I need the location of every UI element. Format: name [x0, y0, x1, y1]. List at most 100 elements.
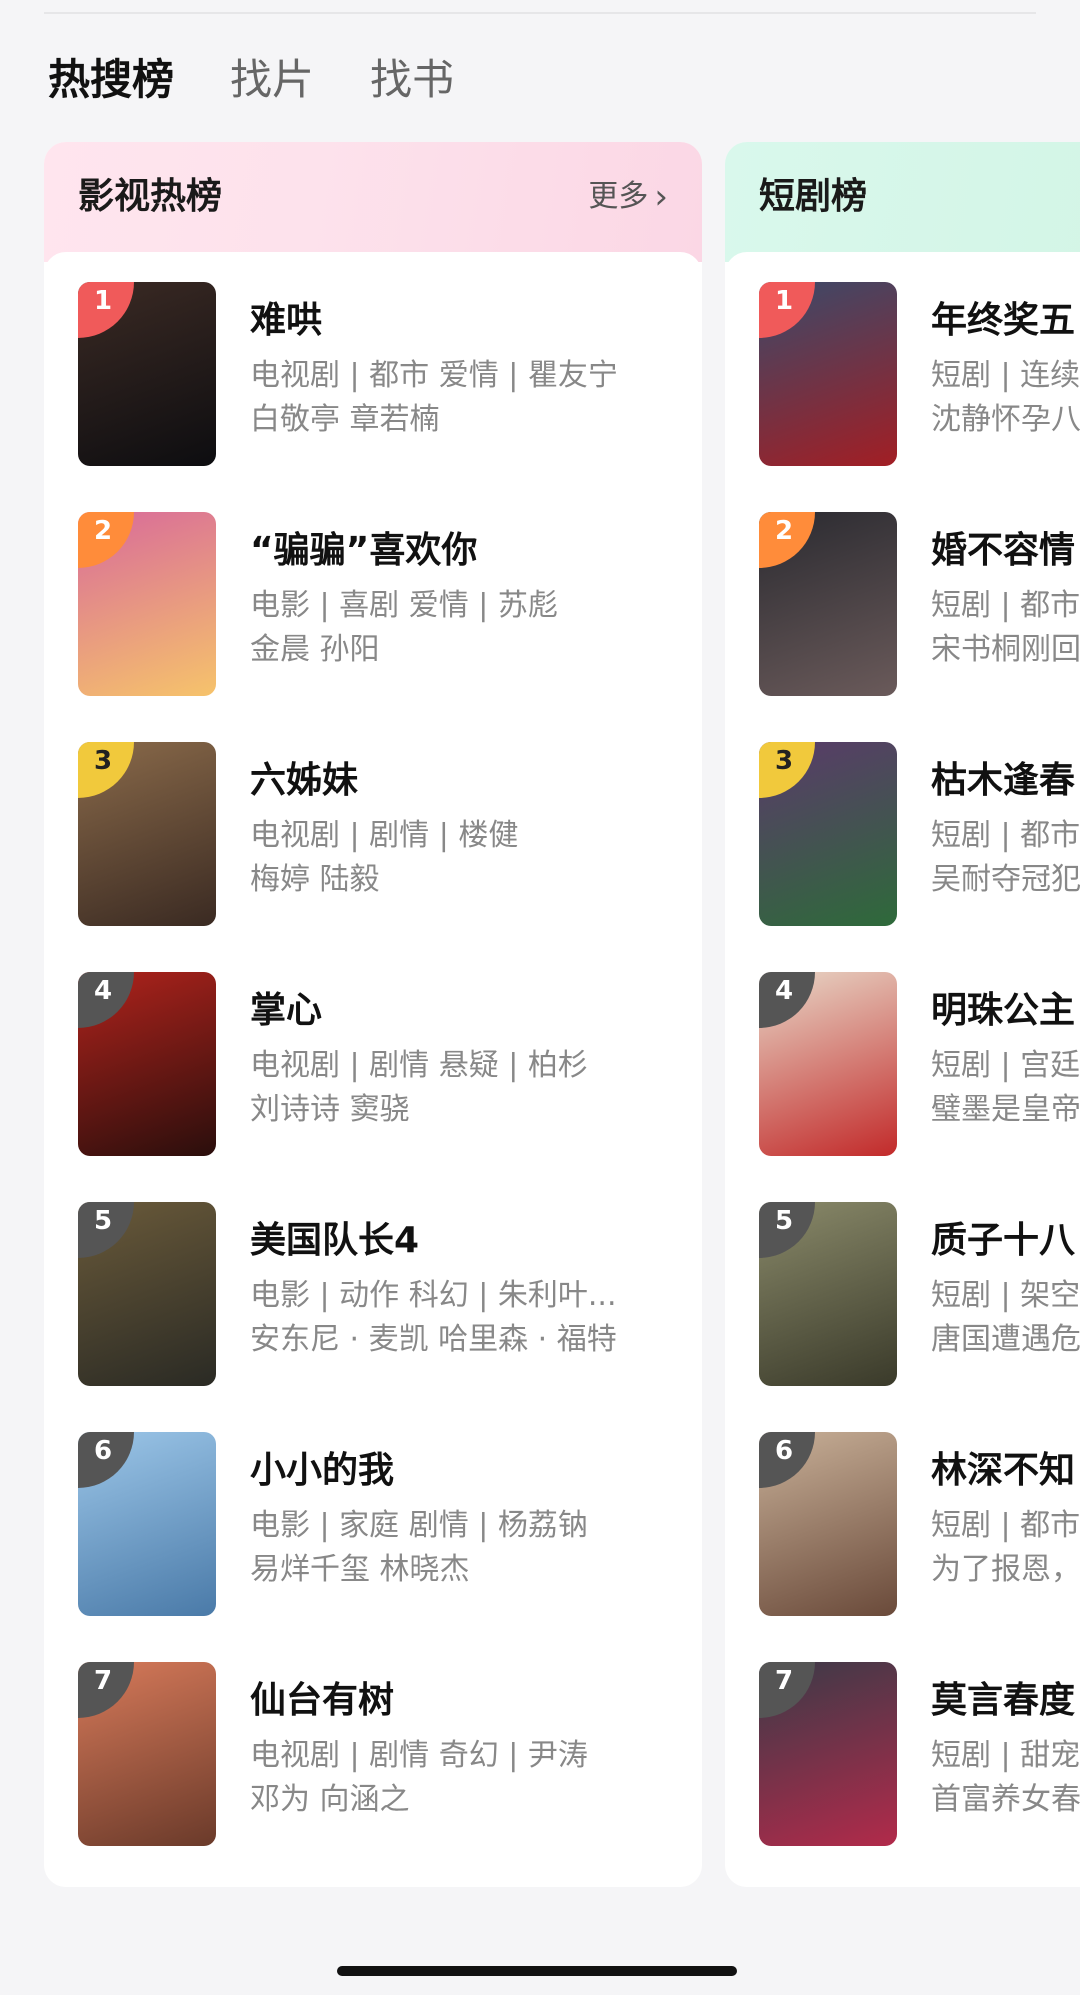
short-card-header: 短剧榜	[725, 142, 1080, 262]
poster-image: 2	[78, 512, 216, 696]
film-list-item[interactable]: 6 小小的我电影 | 家庭 剧情 | 杨荔钠 易烊千玺 林晓杰	[78, 1432, 698, 1618]
rank-badge: 7	[78, 1662, 134, 1718]
film-list-item[interactable]: 2 “骗骗”喜欢你电影 | 喜剧 爱情 | 苏彪 金晨 孙阳	[78, 512, 698, 698]
short-list-item[interactable]: 6 林深不知短剧 | 都市 为了报恩，	[759, 1432, 1080, 1618]
film-list-item[interactable]: 7 仙台有树电视剧 | 剧情 奇幻 | 尹涛 邓为 向涵之	[78, 1662, 698, 1848]
item-meta: 短剧 | 都市	[931, 1508, 1080, 1543]
item-title: 掌心	[250, 990, 323, 1031]
home-indicator[interactable]	[337, 1966, 737, 1976]
poster-image: 3	[78, 742, 216, 926]
item-meta: 电影 | 动作 科幻 | 朱利叶...	[250, 1278, 617, 1313]
more-label: 更多	[588, 179, 649, 214]
film-list-item[interactable]: 1 难哄电视剧 | 都市 爱情 | 瞿友宁 白敬亭 章若楠	[78, 282, 698, 468]
item-cast: 为了报恩，	[931, 1552, 1080, 1587]
item-cast: 白敬亭 章若楠	[250, 402, 440, 437]
item-cast: 梅婷 陆毅	[250, 862, 380, 897]
film-card-list: 1 难哄电视剧 | 都市 爱情 | 瞿友宁 白敬亭 章若楠 2 “骗骗”喜欢你电影…	[44, 252, 702, 1887]
item-meta: 电影 | 喜剧 爱情 | 苏彪	[250, 588, 558, 623]
category-tabs: 热搜榜 找片 找书	[48, 50, 454, 110]
rank-badge: 4	[759, 972, 815, 1028]
rank-badge: 2	[759, 512, 815, 568]
rank-badge: 3	[78, 742, 134, 798]
poster-image: 7	[78, 1662, 216, 1846]
tab-hot-search[interactable]: 热搜榜	[48, 50, 174, 110]
item-cast: 吴耐夺冠犯	[931, 862, 1080, 897]
film-ranking-card: 影视热榜 更多 › 1 难哄电视剧 | 都市 爱情 | 瞿友宁 白敬亭 章若楠 2…	[44, 142, 702, 1887]
short-list-item[interactable]: 2 婚不容情短剧 | 都市 宋书桐刚回	[759, 512, 1080, 698]
rank-badge: 7	[759, 1662, 815, 1718]
film-list-item[interactable]: 5 美国队长4 电影 | 动作 科幻 | 朱利叶... 安东尼 · 麦凯 哈里森 ·…	[78, 1202, 698, 1388]
item-cast: 邓为 向涵之	[250, 1782, 410, 1817]
item-title: 质子十八	[931, 1220, 1076, 1261]
item-meta: 电视剧 | 剧情 | 楼健	[250, 818, 519, 853]
poster-image: 5	[78, 1202, 216, 1386]
short-drama-ranking-card: 短剧榜 1 年终奖五短剧 | 连续 沈静怀孕八 2 婚不容情短剧 | 都市 宋书桐刚…	[725, 142, 1080, 1887]
item-meta: 电影 | 家庭 剧情 | 杨荔钠	[250, 1508, 588, 1543]
short-card-list: 1 年终奖五短剧 | 连续 沈静怀孕八 2 婚不容情短剧 | 都市 宋书桐刚回 3 …	[725, 252, 1080, 1887]
item-title: 明珠公主	[931, 990, 1076, 1031]
film-card-title: 影视热榜	[78, 176, 223, 217]
item-cast: 璧墨是皇帝	[931, 1092, 1080, 1127]
item-meta: 短剧 | 宫廷	[931, 1048, 1080, 1083]
item-title: 年终奖五	[931, 300, 1076, 341]
item-cast: 宋书桐刚回	[931, 632, 1080, 667]
rank-badge: 3	[759, 742, 815, 798]
tab-find-books[interactable]: 找书	[370, 50, 454, 110]
item-cast: 唐国遭遇危	[931, 1322, 1080, 1357]
short-list-item[interactable]: 5 质子十八短剧 | 架空 唐国遭遇危	[759, 1202, 1080, 1388]
more-button[interactable]: 更多 ›	[588, 172, 668, 222]
item-meta: 短剧 | 连续	[931, 358, 1080, 393]
item-meta: 电视剧 | 剧情 悬疑 | 柏杉	[250, 1048, 588, 1083]
rank-badge: 4	[78, 972, 134, 1028]
poster-image: 4	[759, 972, 897, 1156]
poster-image: 1	[78, 282, 216, 466]
item-cast: 易烊千玺 林晓杰	[250, 1552, 470, 1587]
film-card-header: 影视热榜 更多 ›	[44, 142, 702, 262]
item-title: 难哄	[250, 300, 323, 341]
short-list-item[interactable]: 1 年终奖五短剧 | 连续 沈静怀孕八	[759, 282, 1080, 468]
item-title: 婚不容情	[931, 530, 1076, 571]
item-meta: 短剧 | 都市	[931, 588, 1080, 623]
item-cast: 首富养女春	[931, 1782, 1080, 1817]
short-list-item[interactable]: 3 枯木逢春短剧 | 都市 吴耐夺冠犯	[759, 742, 1080, 928]
short-list-item[interactable]: 7 莫言春度短剧 | 甜宠 首富养女春	[759, 1662, 1080, 1848]
rank-badge: 5	[78, 1202, 134, 1258]
item-meta: 短剧 | 架空	[931, 1278, 1080, 1313]
film-list-item[interactable]: 4 掌心电视剧 | 剧情 悬疑 | 柏杉 刘诗诗 窦骁	[78, 972, 698, 1158]
item-meta: 电视剧 | 剧情 奇幻 | 尹涛	[250, 1738, 588, 1773]
tab-find-films[interactable]: 找片	[230, 50, 314, 110]
rank-badge: 6	[78, 1432, 134, 1488]
top-divider	[44, 12, 1036, 14]
ranking-carousel[interactable]: 影视热榜 更多 › 1 难哄电视剧 | 都市 爱情 | 瞿友宁 白敬亭 章若楠 2…	[0, 142, 1080, 1887]
item-title: 莫言春度	[931, 1680, 1076, 1721]
short-list-item[interactable]: 4 明珠公主短剧 | 宫廷 璧墨是皇帝	[759, 972, 1080, 1158]
item-cast: 沈静怀孕八	[931, 402, 1080, 437]
poster-image: 6	[78, 1432, 216, 1616]
rank-badge: 1	[759, 282, 815, 338]
poster-image: 7	[759, 1662, 897, 1846]
poster-image: 4	[78, 972, 216, 1156]
rank-badge: 1	[78, 282, 134, 338]
rank-badge: 5	[759, 1202, 815, 1258]
item-cast: 安东尼 · 麦凯 哈里森 · 福特	[250, 1322, 617, 1357]
poster-image: 2	[759, 512, 897, 696]
item-title: 枯木逢春	[931, 760, 1076, 801]
item-meta: 短剧 | 都市	[931, 818, 1080, 853]
item-cast: 金晨 孙阳	[250, 632, 380, 667]
rank-badge: 2	[78, 512, 134, 568]
item-title: 林深不知	[931, 1450, 1076, 1491]
poster-image: 5	[759, 1202, 897, 1386]
item-cast: 刘诗诗 窦骁	[250, 1092, 410, 1127]
film-list-item[interactable]: 3 六姊妹电视剧 | 剧情 | 楼健 梅婷 陆毅	[78, 742, 698, 928]
item-meta: 短剧 | 甜宠	[931, 1738, 1080, 1773]
item-title: 六姊妹	[250, 760, 359, 801]
chevron-right-icon: ›	[654, 177, 668, 217]
item-title: 仙台有树	[250, 1680, 395, 1721]
item-title: 小小的我	[250, 1450, 395, 1491]
item-meta: 电视剧 | 都市 爱情 | 瞿友宁	[250, 358, 618, 393]
short-card-title: 短剧榜	[759, 176, 868, 217]
poster-image: 3	[759, 742, 897, 926]
poster-image: 1	[759, 282, 897, 466]
poster-image: 6	[759, 1432, 897, 1616]
item-title: “骗骗”喜欢你	[250, 530, 478, 571]
